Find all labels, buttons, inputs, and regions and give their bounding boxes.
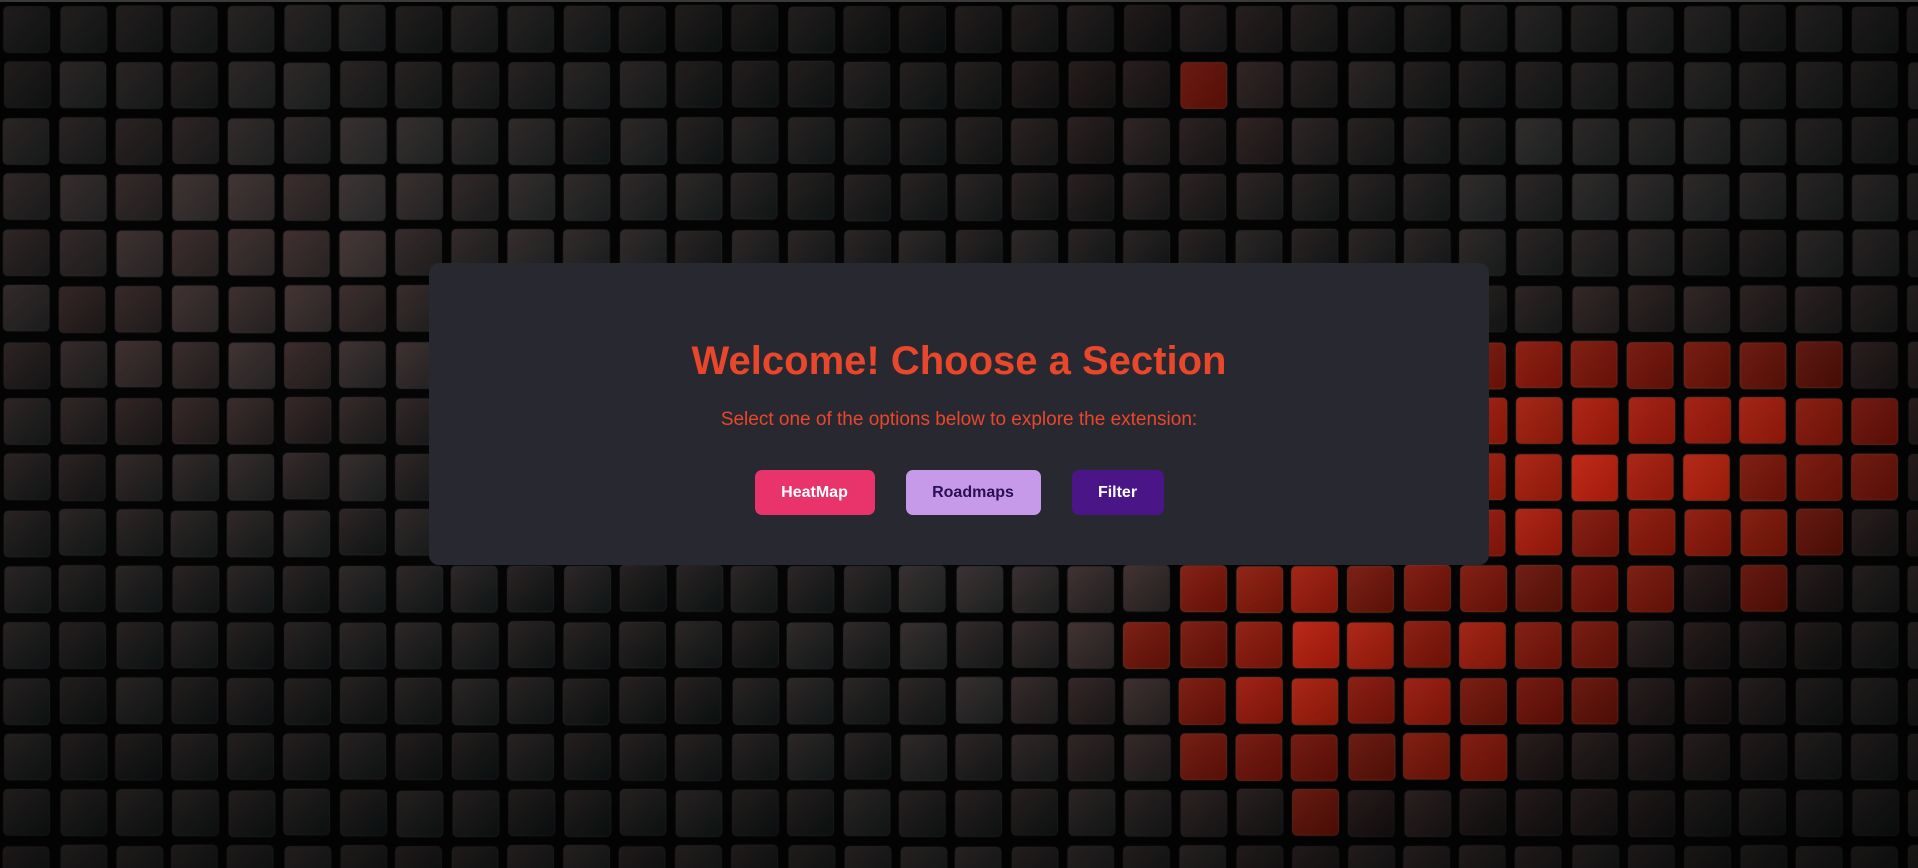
heatmap-button[interactable]: HeatMap [754,470,875,515]
section-button-row: HeatMap Roadmaps Filter [429,470,1489,515]
page-subtitle: Select one of the options below to explo… [720,409,1198,430]
page-title: Welcome! Choose a Section [691,339,1227,383]
window-top-border [0,0,1918,2]
roadmaps-button[interactable]: Roadmaps [905,470,1041,515]
welcome-panel: Welcome! Choose a Section Select one of … [429,263,1489,565]
filter-button[interactable]: Filter [1071,470,1164,515]
